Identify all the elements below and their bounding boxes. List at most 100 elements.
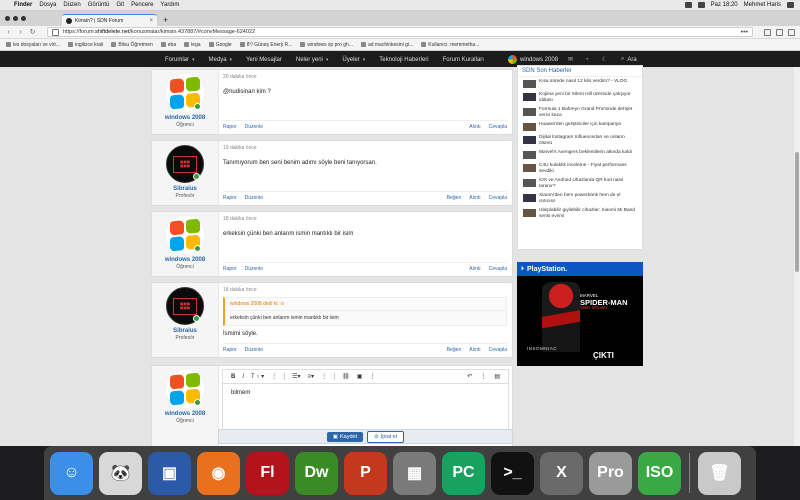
bell-icon[interactable]: ◔ <box>585 57 589 63</box>
news-item[interactable]: Xiaomi'den hem powerbank hem de el ısıtı… <box>523 193 637 206</box>
close-window-icon[interactable] <box>5 16 10 21</box>
minimize-window-icon[interactable] <box>13 16 18 21</box>
preview-icon[interactable]: ▤ <box>494 373 500 380</box>
bookmark-item[interactable]: 8°/ Güneş Enerji R... <box>239 42 292 48</box>
font-size-icon[interactable]: T T ▾ <box>251 373 264 381</box>
more-text-options-icon[interactable]: ⋮ <box>271 373 277 380</box>
menu-help[interactable]: Yardım <box>160 2 179 8</box>
cancel-button[interactable]: ⊘ İptal et <box>367 430 405 443</box>
avatar[interactable] <box>166 74 204 112</box>
news-item[interactable]: Huawei'den geliştiriciler için kampanya <box>523 122 637 133</box>
save-button[interactable]: ▣ Kaydet <box>326 431 364 442</box>
wifi-icon[interactable] <box>684 2 692 8</box>
close-tab-icon[interactable]: × <box>149 18 153 24</box>
more-insert-options-icon[interactable]: ⋮ <box>369 373 375 380</box>
playstation-ad[interactable]: ⏵ PlayStation. MARVEL SPIDER-MAN Miles M… <box>517 262 643 366</box>
bookmark-item[interactable]: Kullanıcı: memmetha... <box>421 42 479 48</box>
more-paragraph-options-icon[interactable]: ⋮ <box>321 373 327 380</box>
username[interactable]: windows 2008 <box>165 115 205 121</box>
dock-finder-icon[interactable]: ☺ <box>50 451 93 495</box>
post-timestamp[interactable]: 19 dakika önce <box>223 145 507 151</box>
library-icon[interactable] <box>764 28 771 36</box>
dock-iso-tool-icon[interactable]: ISO <box>638 451 681 495</box>
avatar[interactable] <box>166 370 204 408</box>
menu-edit[interactable]: Düzen <box>63 2 80 8</box>
dock-powerpoint-icon[interactable]: P <box>344 451 387 495</box>
edit-link[interactable]: Düzenle <box>245 347 263 353</box>
dock-flash-icon[interactable]: Fl <box>246 451 289 495</box>
search-button[interactable]: ⌕ Ara <box>621 56 637 63</box>
link-icon[interactable]: ⛓ <box>342 373 350 380</box>
news-item[interactable]: Ulaşılabilir giyilebilir cihazlar: Xiaom… <box>523 208 637 221</box>
new-tab-button[interactable]: + <box>163 15 168 25</box>
reply-link[interactable]: Cevapla <box>489 195 507 201</box>
back-icon[interactable]: ‹ <box>5 29 12 36</box>
dock-terminal-icon[interactable]: >_ <box>491 451 534 495</box>
dock-firefox-icon[interactable]: ◉ <box>197 451 240 495</box>
reply-link[interactable]: Cevapla <box>489 266 507 272</box>
report-link[interactable]: Rapor <box>223 195 237 201</box>
nav-tech-news[interactable]: Teknoloji Haberleri <box>372 57 435 63</box>
post-timestamp[interactable]: 18 dakika önce <box>223 287 507 293</box>
dock-xquartz-icon[interactable]: X <box>540 451 583 495</box>
like-link[interactable]: Beğen <box>447 347 461 353</box>
news-item[interactable]: Formula 1 Bahreyn Grand Prix'sinde dehşe… <box>523 107 637 120</box>
list-icon[interactable]: ☰▾ <box>292 373 300 380</box>
hamburger-menu-icon[interactable] <box>788 28 795 36</box>
dock-trash-icon[interactable]: 🗑 <box>698 451 741 495</box>
more-options-icon[interactable]: ⋮ <box>480 373 486 380</box>
news-item[interactable]: Kojima yeni bir Silent Hill üzerinde çal… <box>523 92 637 105</box>
avatar[interactable] <box>166 216 204 254</box>
menubar-app[interactable]: Finder <box>14 2 32 8</box>
post-timestamp[interactable]: 20 dakika önce <box>223 74 507 80</box>
post-timestamp[interactable]: 18 dakika önce <box>223 216 507 222</box>
nav-new-posts[interactable]: Yeni Mesajlar <box>239 57 289 63</box>
nav-whats-new[interactable]: Neler yeni ▾ <box>289 57 336 63</box>
dock-panda-icon[interactable]: 🐼 <box>99 451 142 495</box>
nav-forums[interactable]: Forumlar ▾ <box>158 57 202 63</box>
reply-link[interactable]: Cevapla <box>489 347 507 353</box>
edit-link[interactable]: Düzenle <box>245 266 263 272</box>
bookmark-item[interactable]: lega <box>184 42 201 48</box>
quote-link[interactable]: Alıntı <box>469 195 480 201</box>
dock-pycharm-icon[interactable]: PC <box>442 451 485 495</box>
image-icon[interactable]: ▣ <box>357 373 363 380</box>
forward-icon[interactable]: › <box>17 29 24 36</box>
news-item[interactable]: Marvel's Avengers beklentilerin altında … <box>523 150 637 161</box>
bookmark-item[interactable]: les dosyaları ve virt... <box>6 42 60 48</box>
zoom-window-icon[interactable] <box>21 16 26 21</box>
page-actions-icon[interactable]: ••• <box>741 29 748 36</box>
bookmark-item[interactable]: ad machinkesini gi... <box>360 42 413 48</box>
news-item[interactable]: C4U kulaklık inceleme - Fiyat performans… <box>523 163 637 176</box>
news-item[interactable]: iOS ve Android cihazlarda QR kod nasıl t… <box>523 178 637 191</box>
dock-app-manager-icon[interactable]: ▦ <box>393 451 436 495</box>
report-link[interactable]: Rapor <box>223 347 237 353</box>
nav-members[interactable]: Üyeler ▾ <box>335 57 372 63</box>
tab-active[interactable]: Kimsin? | SDN Forum × <box>62 14 157 26</box>
widget-heading[interactable]: SDN Son Haberler <box>518 66 642 77</box>
quote-header[interactable]: windows 2008 dedi ki: ⊙ <box>225 298 506 311</box>
scrollbar-thumb[interactable] <box>795 152 799 272</box>
align-icon[interactable]: ≡▾ <box>308 373 315 380</box>
menu-go[interactable]: Git <box>116 2 124 8</box>
bold-icon[interactable]: B <box>231 374 235 380</box>
news-item[interactable]: Kısa sürede nasıl 12 kilo verdim? - VLOG <box>523 79 637 90</box>
bookmark-item[interactable]: Google <box>208 42 232 48</box>
account-menu[interactable]: windows 2008 <box>508 55 558 64</box>
news-item[interactable]: Dijital İnstagram Influencerları ve onla… <box>523 135 637 148</box>
avatar[interactable]: ◼◼◼ ◼◼◼ <box>166 145 204 183</box>
username[interactable]: windows 2008 <box>165 257 205 263</box>
user-name[interactable]: Mehmet Haris <box>744 2 781 8</box>
menu-window[interactable]: Pencere <box>131 2 153 8</box>
italic-icon[interactable]: I <box>242 374 244 380</box>
edit-link[interactable]: Düzenle <box>245 124 263 130</box>
like-link[interactable]: Beğen <box>447 195 461 201</box>
dock-virtualbox-icon[interactable]: ▣ <box>148 451 191 495</box>
moon-icon[interactable]: ☾ <box>602 56 607 63</box>
sidebar-toggle-icon[interactable] <box>776 28 783 36</box>
undo-icon[interactable]: ↶ <box>467 373 472 380</box>
bookmark-item[interactable]: ingilizce krali <box>67 42 103 48</box>
shield-icon[interactable] <box>52 28 59 36</box>
username[interactable]: Sibraius <box>173 328 197 334</box>
report-link[interactable]: Rapor <box>223 124 237 130</box>
